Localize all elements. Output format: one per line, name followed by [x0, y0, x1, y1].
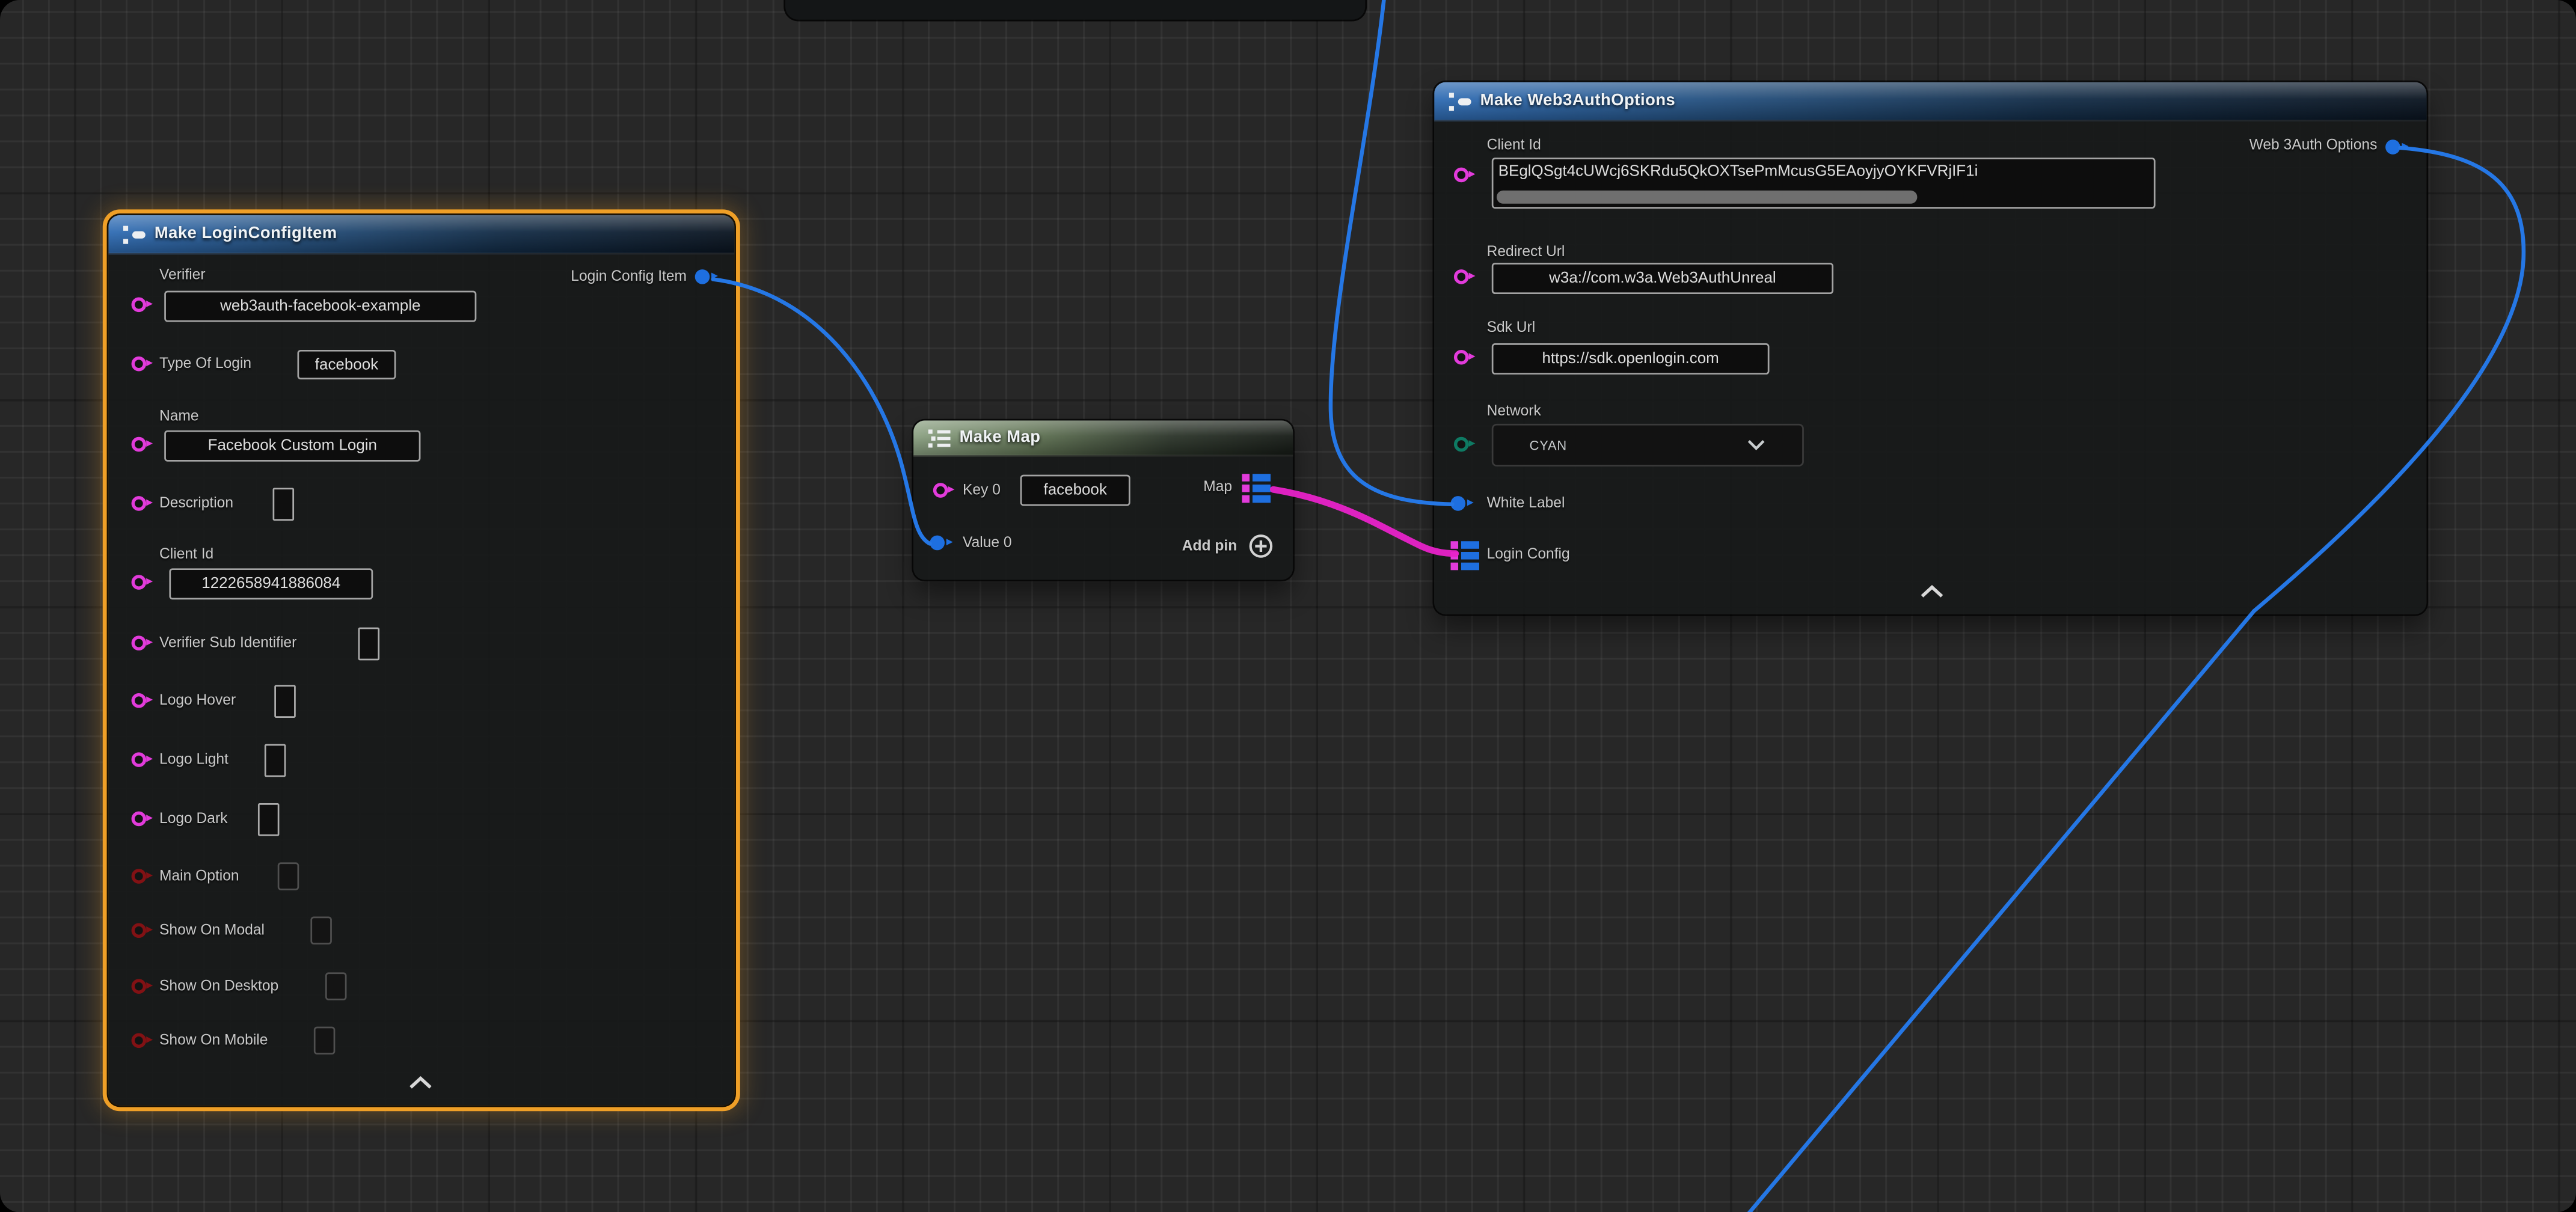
add-pin-label: Add pin	[1182, 537, 1237, 553]
wire-loginconfigitem-to-value0[interactable]	[713, 279, 930, 543]
network-dropdown[interactable]: CYAN	[1492, 424, 1804, 467]
logo-light-input[interactable]	[265, 744, 286, 777]
description-input[interactable]	[273, 488, 295, 521]
client-id-text: BEglQSgt4cUWcj6SKRdu5QkOXTsePmMcusG5EAoy…	[1498, 162, 1978, 180]
pin-label-logo-light: Logo Light	[159, 751, 228, 767]
key-0-input[interactable]: facebook	[1020, 475, 1130, 506]
show-on-desktop-checkbox[interactable]	[325, 972, 347, 1000]
show-on-mobile-checkbox[interactable]	[314, 1027, 336, 1054]
pin-show-on-modal[interactable]	[132, 923, 147, 938]
chevron-down-icon	[1746, 438, 1766, 451]
node-header-make-map[interactable]: Make Map	[913, 420, 1293, 456]
pin-label-verifier: Verifier	[159, 266, 206, 283]
pin-value-0[interactable]	[930, 536, 945, 551]
pin-label-logo-hover: Logo Hover	[159, 691, 236, 708]
pin-label-network: Network	[1487, 402, 1541, 418]
pin-name[interactable]	[132, 437, 147, 453]
verifier-input[interactable]: web3auth-facebook-example	[164, 291, 476, 322]
make-container-icon	[928, 428, 951, 448]
pin-show-on-mobile[interactable]	[132, 1033, 147, 1049]
node-title: Make Web3AuthOptions	[1480, 92, 1676, 110]
pin-client-id[interactable]	[132, 575, 147, 590]
pin-show-on-desktop[interactable]	[132, 979, 147, 994]
pin-description[interactable]	[132, 496, 147, 512]
pin-map-output[interactable]	[1242, 473, 1271, 504]
show-on-modal-checkbox[interactable]	[310, 917, 332, 944]
pin-label-web3auth-options: Web 3Auth Options	[2249, 136, 2378, 153]
pin-label-login-config: Login Config	[1487, 545, 1570, 562]
node-make-map[interactable]: Make Map Key 0 facebook Map Value 0 Add …	[913, 420, 1293, 580]
node-header-make-loginconfigitem[interactable]: Make LoginConfigItem	[108, 215, 734, 255]
pin-label-show-on-modal: Show On Modal	[159, 922, 265, 938]
make-struct-icon	[123, 224, 146, 244]
pin-verifier[interactable]	[132, 298, 147, 313]
offscreen-node-bottom[interactable]	[785, 0, 1365, 20]
pin-label-verifier-sub-identifier: Verifier Sub Identifier	[159, 634, 296, 650]
make-struct-icon	[1449, 91, 1472, 111]
collapse-node-button[interactable]	[1919, 585, 1945, 600]
pin-label-show-on-mobile: Show On Mobile	[159, 1032, 268, 1048]
pin-main-option[interactable]	[132, 869, 147, 884]
pin-sdk-url[interactable]	[1454, 350, 1470, 366]
name-input[interactable]: Facebook Custom Login	[164, 430, 420, 462]
pin-logo-dark[interactable]	[132, 812, 147, 827]
pin-login-config-item-output[interactable]	[695, 269, 710, 284]
node-make-web3authoptions[interactable]: Make Web3AuthOptions Web 3Auth Options C…	[1434, 82, 2426, 614]
collapse-node-button[interactable]	[408, 1076, 434, 1091]
pin-network[interactable]	[1454, 437, 1470, 453]
pin-label-key-0: Key 0	[963, 482, 1001, 498]
pin-label-description: Description	[159, 494, 233, 510]
pin-label-client-id: Client Id	[159, 545, 213, 562]
network-dropdown-value: CYAN	[1530, 438, 1747, 453]
pin-logo-light[interactable]	[132, 752, 147, 768]
pin-type-of-login[interactable]	[132, 357, 147, 372]
pin-redirect-url[interactable]	[1454, 269, 1470, 285]
pin-client-id[interactable]	[1454, 168, 1470, 183]
pin-label-redirect-url: Redirect Url	[1487, 243, 1565, 259]
logo-dark-input[interactable]	[258, 803, 280, 836]
pin-label-show-on-desktop: Show On Desktop	[159, 978, 278, 994]
sdk-url-input[interactable]: https://sdk.openlogin.com	[1492, 343, 1770, 375]
redirect-url-input[interactable]: w3a://com.w3a.Web3AuthUnreal	[1492, 263, 1833, 294]
pin-white-label[interactable]	[1450, 496, 1465, 511]
pin-label-login-config-item: Login Config Item	[571, 268, 687, 284]
add-pin-button[interactable]	[1248, 534, 1273, 559]
pin-key-0[interactable]	[933, 483, 949, 498]
pin-label-map: Map	[1203, 478, 1232, 494]
pin-label-client-id: Client Id	[1487, 136, 1541, 153]
pin-login-config[interactable]	[1450, 540, 1480, 572]
pin-logo-hover[interactable]	[132, 693, 147, 709]
pin-label-value-0: Value 0	[963, 534, 1012, 550]
pin-label-main-option: Main Option	[159, 868, 239, 884]
pin-web3auth-options-output[interactable]	[2385, 139, 2400, 155]
pin-label-white-label: White Label	[1487, 494, 1565, 510]
type-of-login-input[interactable]: facebook	[298, 350, 396, 379]
blueprint-graph-canvas[interactable]: Make LoginConfigItem Login Config Item V…	[0, 0, 2576, 1212]
pin-label-logo-dark: Logo Dark	[159, 810, 227, 826]
wire-map-to-loginconfig[interactable]	[1273, 489, 1455, 554]
verifier-sub-identifier-input[interactable]	[358, 628, 380, 661]
node-title: Make LoginConfigItem	[155, 225, 337, 243]
node-make-loginconfigitem[interactable]: Make LoginConfigItem Login Config Item V…	[108, 215, 734, 1106]
logo-hover-input[interactable]	[274, 685, 296, 718]
main-option-checkbox[interactable]	[278, 862, 299, 890]
pin-label-name: Name	[159, 408, 199, 424]
pin-verifier-sub-identifier[interactable]	[132, 635, 147, 651]
node-title: Make Map	[960, 429, 1041, 447]
client-id-scrollbar[interactable]	[1497, 191, 1917, 204]
client-id-input[interactable]: 1222658941886084	[169, 568, 373, 599]
pin-label-sdk-url: Sdk Url	[1487, 319, 1536, 335]
node-header-make-web3authoptions[interactable]: Make Web3AuthOptions	[1434, 82, 2426, 122]
pin-label-type-of-login: Type Of Login	[159, 355, 251, 371]
